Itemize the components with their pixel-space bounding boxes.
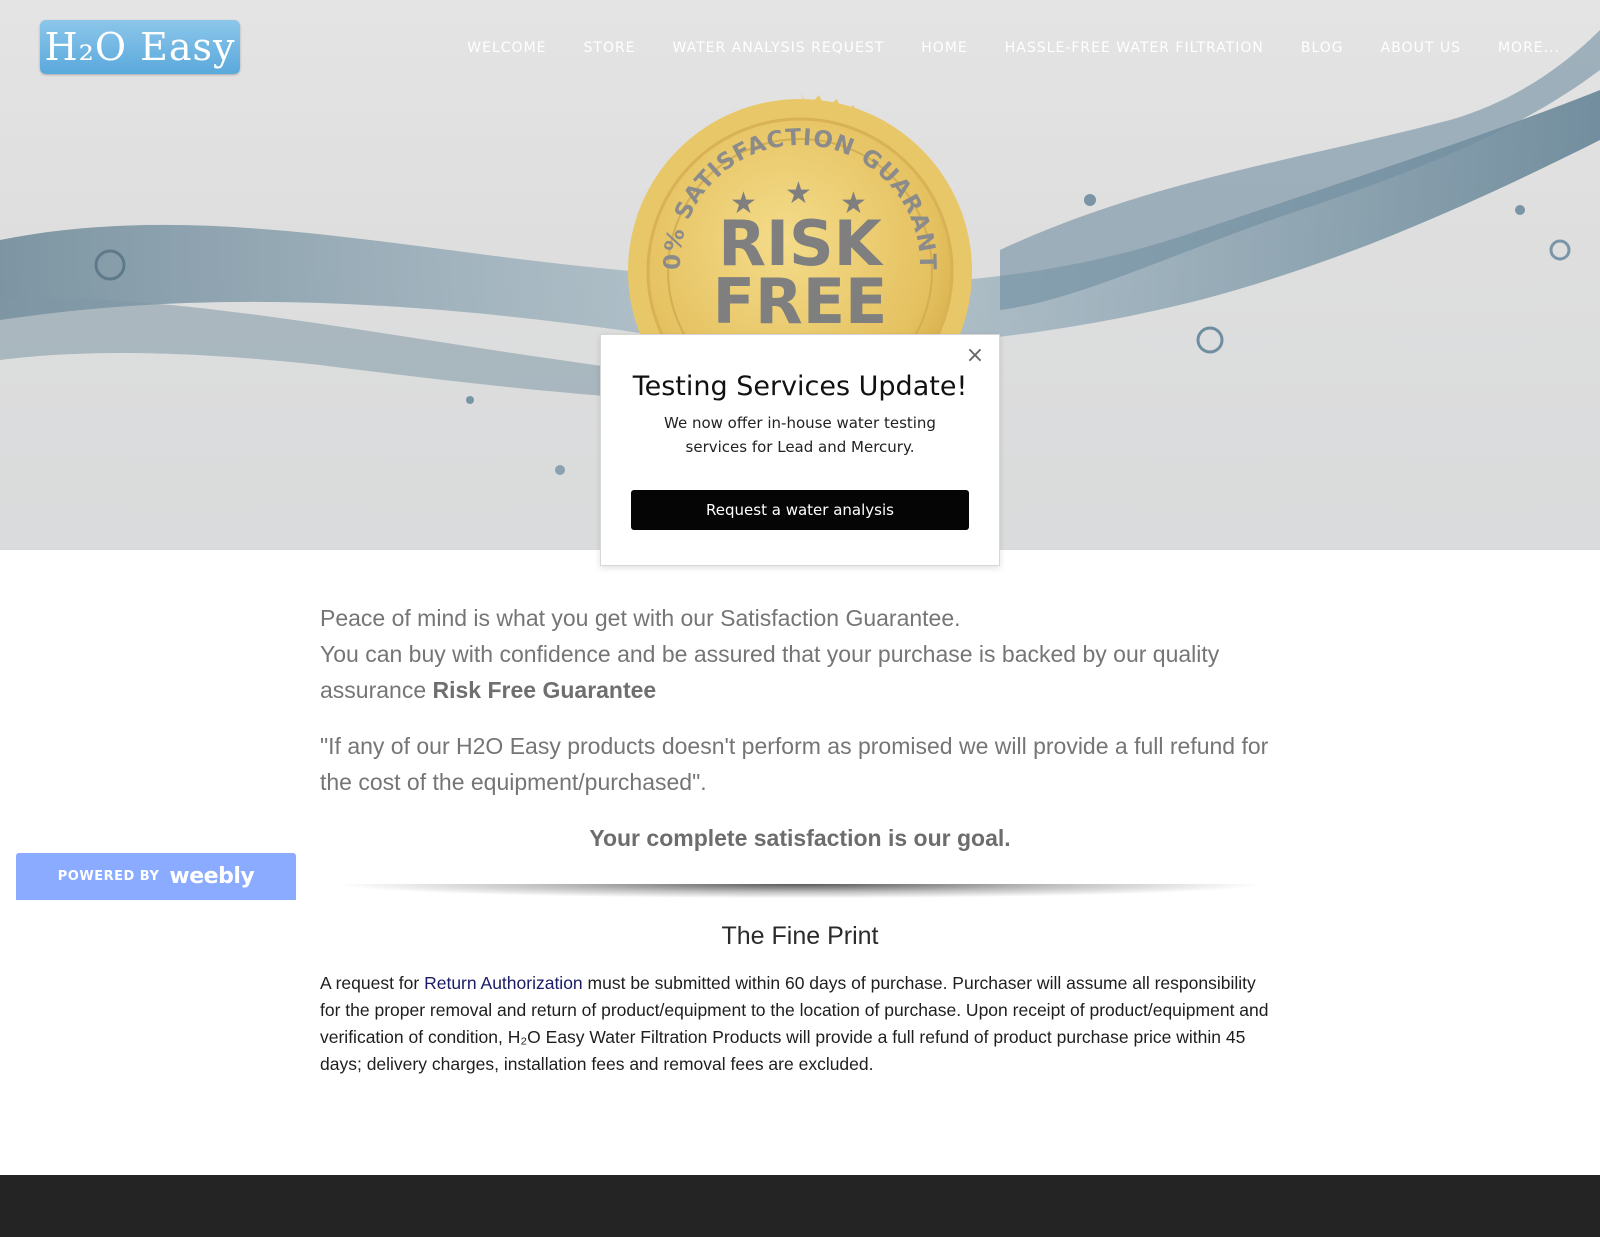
- guarantee-content: Peace of mind is what you get with our S…: [320, 600, 1280, 856]
- powered-by-weebly-badge[interactable]: POWERED BY weebly: [16, 853, 296, 900]
- main-navigation: WELCOME STORE WATER ANALYSIS REQUEST HOM…: [467, 38, 1560, 58]
- nav-item-welcome[interactable]: WELCOME: [467, 38, 546, 58]
- fine-print-prefix: A request for: [320, 973, 425, 993]
- nav-item-about-us[interactable]: ABOUT US: [1381, 38, 1461, 58]
- nav-item-hassle-free-water-filtration[interactable]: HASSLE-FREE WATER FILTRATION: [1005, 38, 1264, 58]
- powered-by-label: POWERED BY: [57, 869, 160, 884]
- satisfaction-goal: Your complete satisfaction is our goal.: [589, 825, 1011, 851]
- weebly-logo: weebly: [169, 864, 255, 889]
- refund-quote: "If any of our H2O Easy products doesn't…: [320, 733, 1269, 795]
- nav-item-more[interactable]: MORE...: [1498, 38, 1560, 58]
- modal-text: We now offer in-house water testing serv…: [664, 414, 936, 456]
- risk-free-guarantee-emphasis: Risk Free Guarantee: [432, 677, 657, 703]
- svg-text:★: ★: [785, 176, 812, 211]
- request-water-analysis-button[interactable]: Request a water analysis: [631, 490, 969, 530]
- seal-free-text: FREE: [713, 265, 888, 338]
- testing-update-modal: × Testing Services Update! We now offer …: [600, 334, 1000, 566]
- page-footer: [0, 1175, 1600, 1237]
- guarantee-intro: Peace of mind is what you get with our S…: [320, 600, 1280, 708]
- modal-title: Testing Services Update!: [632, 371, 968, 402]
- nav-item-home[interactable]: HOME: [921, 38, 967, 58]
- nav-item-store[interactable]: STORE: [584, 38, 636, 58]
- lead-line-1: Peace of mind is what you get with our S…: [320, 605, 961, 631]
- site-logo[interactable]: H₂O Easy: [40, 20, 240, 74]
- fine-print-title: The Fine Print: [721, 922, 879, 950]
- nav-item-water-analysis-request[interactable]: WATER ANALYSIS REQUEST: [673, 38, 885, 58]
- section-divider: [345, 884, 1255, 898]
- fine-print-text: A request for Return Authorization must …: [320, 970, 1280, 1078]
- return-authorization-link[interactable]: Return Authorization: [424, 973, 583, 993]
- nav-item-blog[interactable]: BLOG: [1301, 38, 1344, 58]
- close-icon[interactable]: ×: [965, 345, 985, 367]
